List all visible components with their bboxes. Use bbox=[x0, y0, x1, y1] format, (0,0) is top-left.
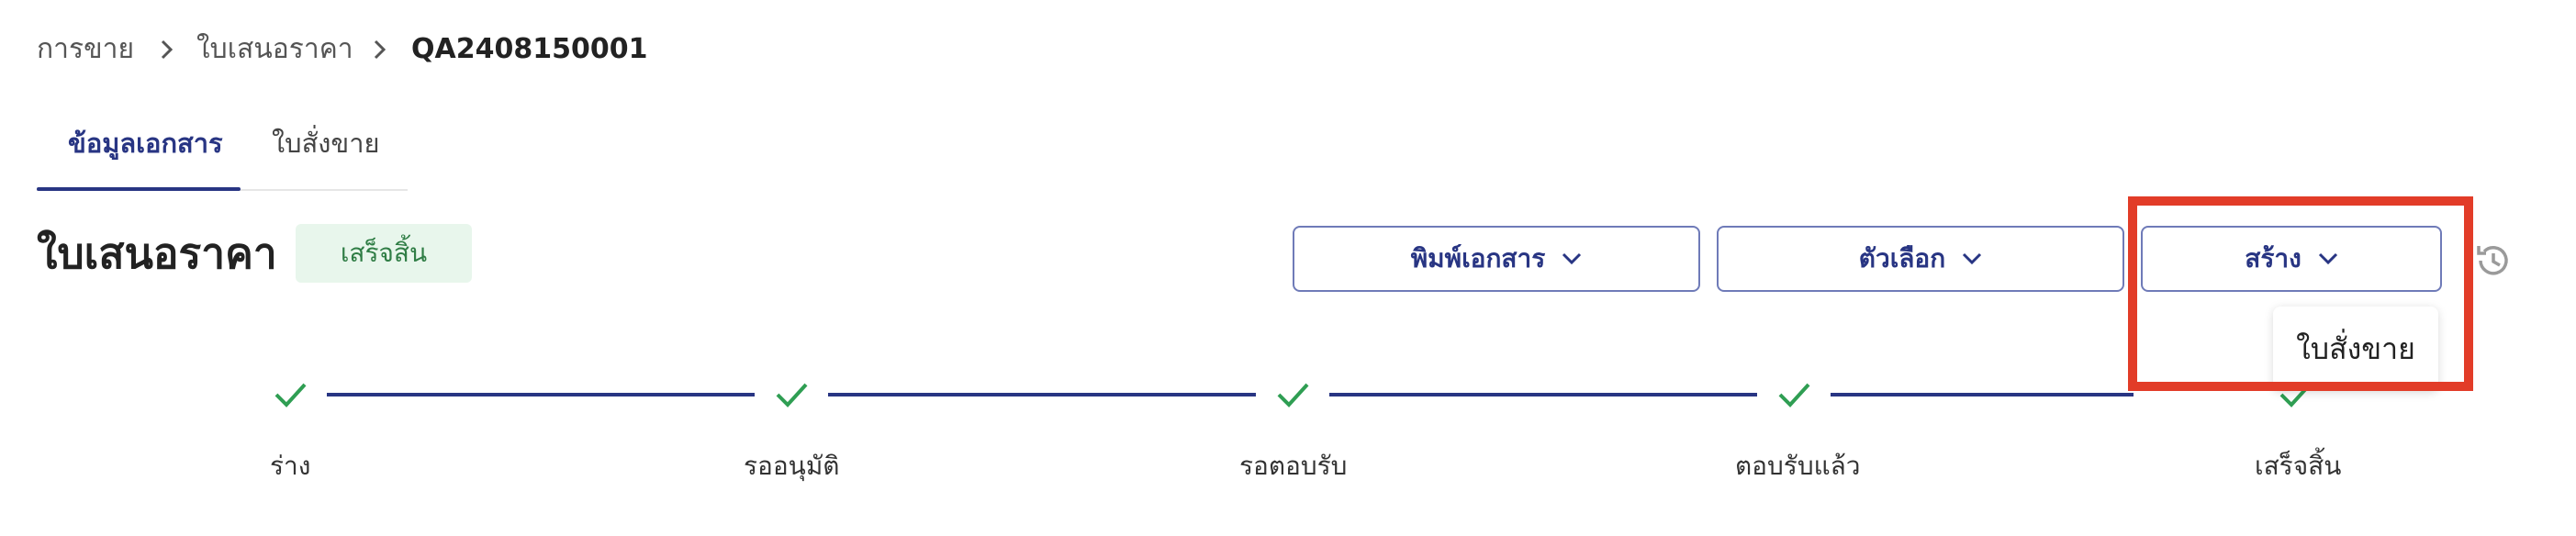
breadcrumb-item-current: QA2408150001 bbox=[411, 33, 648, 65]
step-label-awaiting-response: รอตอบรับ bbox=[1239, 451, 1348, 481]
page-title: ใบเสนอราคา bbox=[37, 229, 277, 278]
create-label: สร้าง bbox=[2245, 243, 2302, 274]
step-connector bbox=[828, 393, 1256, 396]
check-icon bbox=[1778, 383, 1810, 408]
create-button[interactable]: สร้าง bbox=[2141, 226, 2442, 292]
options-label: ตัวเลือก bbox=[1858, 243, 1946, 274]
print-document-button[interactable]: พิมพ์เอกสาร bbox=[1293, 226, 1700, 292]
print-document-label: พิมพ์เอกสาร bbox=[1410, 243, 1546, 274]
chevron-right-icon bbox=[161, 39, 174, 60]
check-icon bbox=[274, 383, 307, 408]
step-label-pending-approval: รออนุมัติ bbox=[744, 451, 840, 481]
breadcrumb-item-sales[interactable]: การขาย bbox=[37, 31, 134, 68]
step-connector bbox=[1831, 393, 2134, 396]
status-badge: เสร็จสิ้น bbox=[296, 224, 472, 283]
step-label-accepted: ตอบรับแล้ว bbox=[1735, 451, 1861, 481]
chevron-down-icon bbox=[2318, 252, 2337, 265]
chevron-down-icon bbox=[1963, 252, 1982, 265]
create-menu-item-sales-order[interactable]: ใบสั่งขาย bbox=[2296, 326, 2415, 373]
tab-active-indicator bbox=[37, 187, 241, 191]
create-menu: ใบสั่งขาย bbox=[2273, 307, 2438, 391]
history-icon[interactable] bbox=[2473, 240, 2514, 281]
step-connector bbox=[1329, 393, 1757, 396]
step-connector bbox=[327, 393, 755, 396]
chevron-down-icon bbox=[1562, 252, 1582, 265]
tab-document-info[interactable]: ข้อมูลเอกสาร bbox=[68, 125, 223, 162]
check-icon bbox=[776, 383, 808, 408]
step-label-draft: ร่าง bbox=[270, 451, 311, 481]
check-icon bbox=[1277, 383, 1309, 408]
options-button[interactable]: ตัวเลือก bbox=[1717, 226, 2124, 292]
chevron-right-icon bbox=[374, 39, 386, 60]
breadcrumb-item-quotation[interactable]: ใบเสนอราคา bbox=[196, 31, 353, 68]
tab-sales-order[interactable]: ใบสั่งขาย bbox=[272, 125, 380, 162]
step-label-completed: เสร็จสิ้น bbox=[2255, 451, 2342, 481]
